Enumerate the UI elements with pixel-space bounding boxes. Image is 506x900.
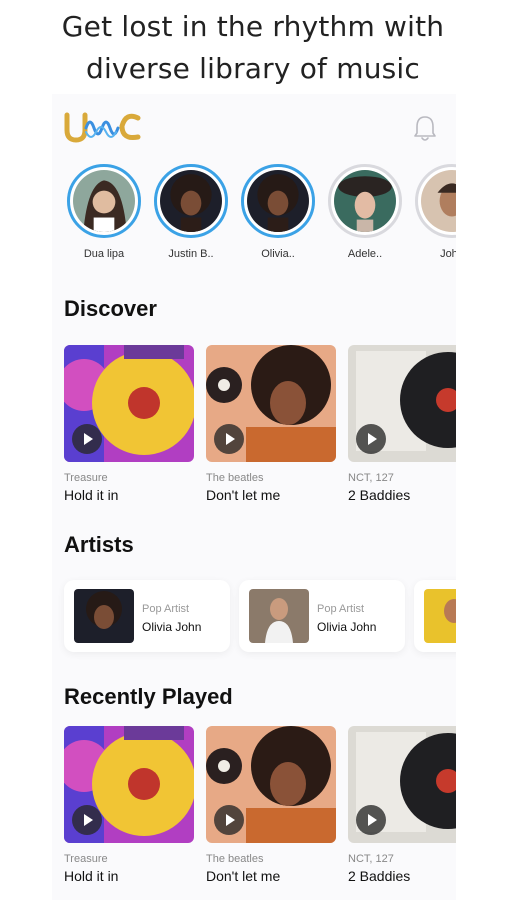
album-cover: [206, 345, 336, 462]
avatar: [421, 170, 456, 232]
song-card[interactable]: Treasure Hold it in: [64, 726, 194, 884]
song-title: 2 Baddies: [348, 487, 411, 503]
artist-role: Pop Artist: [317, 603, 365, 615]
bell-icon[interactable]: [412, 114, 438, 142]
song-artist: NCT, 127: [348, 472, 394, 484]
play-icon[interactable]: [356, 424, 386, 454]
story-ring: [67, 164, 141, 238]
song-card[interactable]: Treasure Hold it in: [64, 345, 194, 503]
song-artist: The beatles: [206, 853, 264, 865]
album-cover: [206, 726, 336, 843]
story-item[interactable]: Dua lipa: [64, 164, 144, 260]
artist-card[interactable]: Pop Artist Olivia John: [239, 580, 405, 652]
song-title: Hold it in: [64, 487, 119, 503]
song-card[interactable]: NCT, 127 2 Baddies: [348, 345, 456, 503]
story-item[interactable]: John: [412, 164, 456, 260]
artist-photo: [249, 589, 309, 643]
song-card[interactable]: The beatles Don't let me: [206, 345, 336, 503]
song-artist: The beatles: [206, 472, 264, 484]
story-name: Justin B..: [168, 248, 214, 260]
song-title: Don't let me: [206, 487, 281, 503]
artist-photo: [424, 589, 456, 643]
song-artist: NCT, 127: [348, 853, 394, 865]
story-ring: [415, 164, 456, 238]
song-title: 2 Baddies: [348, 868, 411, 884]
song-artist: Treasure: [64, 853, 108, 865]
song-title: Hold it in: [64, 868, 119, 884]
story-ring: [328, 164, 402, 238]
discover-list: Treasure Hold it in The beatles Don't le…: [64, 345, 456, 515]
play-icon[interactable]: [356, 805, 386, 835]
story-name: Adele..: [347, 248, 383, 260]
artist-photo: [74, 589, 134, 643]
headline-line-1: Get lost in the rhythm with: [61, 10, 445, 43]
story-name: Dua lipa: [83, 248, 125, 260]
album-cover: [348, 345, 456, 462]
play-icon[interactable]: [72, 424, 102, 454]
artist-name: Olivia John: [142, 620, 202, 634]
avatar: [247, 170, 309, 232]
album-cover: [64, 345, 194, 462]
artist-card[interactable]: [414, 580, 456, 652]
artist-stories-row: Dua lipa Justin B.. Olivia.. Adele.. Joh: [52, 164, 456, 274]
recently-played-title: Recently Played: [64, 684, 233, 709]
app-logo: [64, 112, 141, 143]
avatar: [73, 170, 135, 232]
artists-list: Pop Artist Olivia John Pop Artist Olivia…: [64, 580, 456, 654]
story-item[interactable]: Justin B..: [151, 164, 231, 260]
story-name: Olivia..: [261, 248, 295, 260]
app-screen: Dua lipa Justin B.. Olivia.. Adele.. Joh…: [52, 94, 456, 900]
play-icon[interactable]: [214, 424, 244, 454]
artist-role: Pop Artist: [142, 603, 190, 615]
recently-played-list: Treasure Hold it in The beatles Don't le…: [64, 726, 456, 896]
story-item[interactable]: Adele..: [325, 164, 405, 260]
play-icon[interactable]: [72, 805, 102, 835]
story-name: John: [440, 248, 456, 260]
story-item[interactable]: Olivia..: [238, 164, 318, 260]
avatar: [334, 170, 396, 232]
story-ring: [241, 164, 315, 238]
discover-title: Discover: [64, 296, 157, 321]
artist-name: Olivia John: [317, 620, 377, 634]
play-icon[interactable]: [214, 805, 244, 835]
song-artist: Treasure: [64, 472, 108, 484]
headline-line-2: diverse library of music: [85, 52, 421, 85]
promo-headline: Get lost in the rhythm with diverse libr…: [0, 6, 506, 90]
song-card[interactable]: NCT, 127 2 Baddies: [348, 726, 456, 884]
album-cover: [348, 726, 456, 843]
song-card[interactable]: The beatles Don't let me: [206, 726, 336, 884]
story-ring: [154, 164, 228, 238]
avatar: [160, 170, 222, 232]
song-title: Don't let me: [206, 868, 281, 884]
album-cover: [64, 726, 194, 843]
artist-card[interactable]: Pop Artist Olivia John: [64, 580, 230, 652]
artists-title: Artists: [64, 532, 134, 557]
